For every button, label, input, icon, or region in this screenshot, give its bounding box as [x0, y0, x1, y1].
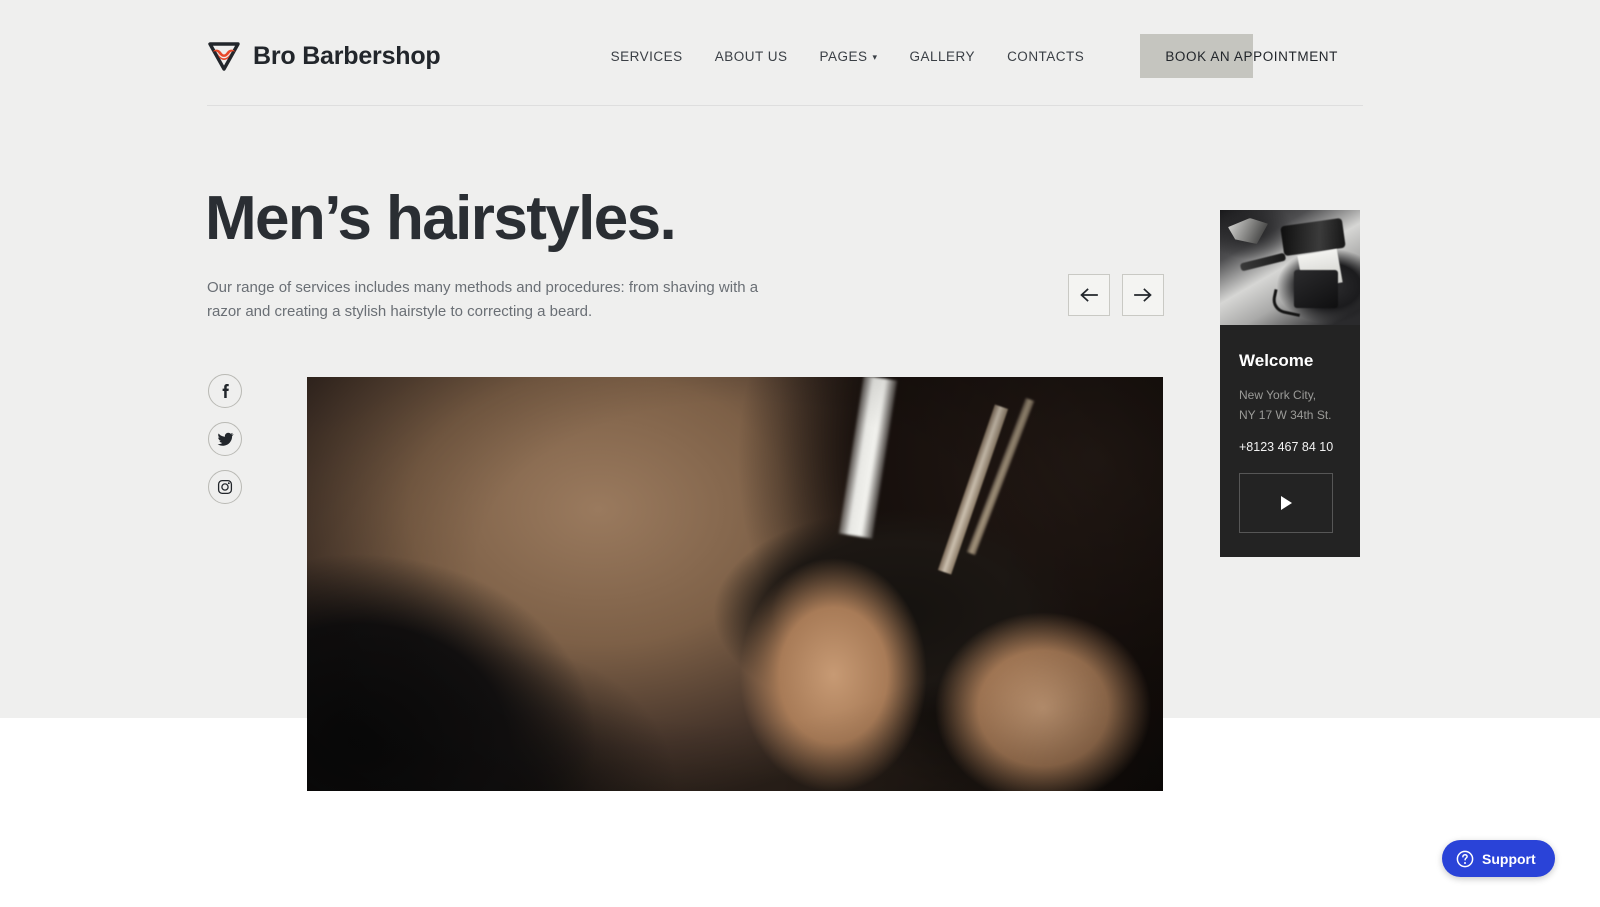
address-line-2: NY 17 W 34th St.	[1239, 408, 1332, 422]
social-link-facebook[interactable]	[208, 374, 242, 408]
question-circle-icon	[1456, 850, 1474, 868]
video-play-button[interactable]	[1239, 473, 1333, 533]
slider-next-button[interactable]	[1122, 274, 1164, 316]
welcome-card-phone[interactable]: +8123 467 84 10	[1239, 440, 1341, 454]
welcome-card: Welcome New York City, NY 17 W 34th St. …	[1220, 210, 1360, 557]
chevron-down-icon: ▾	[872, 51, 878, 62]
arrow-right-icon	[1133, 287, 1153, 303]
comb-shape	[1239, 252, 1287, 272]
play-icon	[1280, 496, 1292, 510]
hero-photo-vignette	[307, 377, 1163, 791]
facebook-icon	[217, 383, 233, 399]
page-root: Bro Barbershop SERVICES ABOUT US PAGES ▾…	[0, 0, 1600, 907]
social-link-twitter[interactable]	[208, 422, 242, 456]
slider-controls	[1068, 274, 1164, 316]
hero-subtitle: Our range of services includes many meth…	[207, 279, 759, 320]
nav-item-about-us[interactable]: ABOUT US	[699, 49, 804, 64]
twitter-icon	[217, 432, 234, 447]
arrow-left-icon	[1079, 287, 1099, 303]
hero-photo	[307, 377, 1163, 791]
support-widget-button[interactable]: Support	[1442, 840, 1555, 877]
brand-name: Bro Barbershop	[253, 41, 441, 70]
nav-label: SERVICES	[610, 48, 683, 64]
social-links	[208, 374, 242, 504]
cord-shape	[1270, 289, 1304, 317]
nav-item-contacts[interactable]: CONTACTS	[991, 49, 1100, 64]
main-navigation: SERVICES ABOUT US PAGES ▾ GALLERY CONTAC…	[611, 28, 1363, 84]
support-label: Support	[1482, 850, 1536, 867]
welcome-card-photo	[1220, 210, 1360, 325]
slider-prev-button[interactable]	[1068, 274, 1110, 316]
nav-item-pages[interactable]: PAGES ▾	[803, 49, 893, 64]
nav-item-gallery[interactable]: GALLERY	[894, 49, 992, 64]
social-link-instagram[interactable]	[208, 470, 242, 504]
razor-mustache-icon	[207, 40, 241, 72]
instagram-icon	[217, 479, 233, 495]
nav-label: ABOUT US	[714, 48, 788, 64]
welcome-card-title: Welcome	[1239, 351, 1314, 370]
address-line-1: New York City,	[1239, 388, 1317, 402]
page-title: Men’s hairstyles.	[205, 184, 677, 253]
scissors-shape	[1228, 218, 1268, 244]
welcome-card-address: New York City, NY 17 W 34th St.	[1239, 385, 1341, 425]
nav-label: PAGES	[819, 48, 868, 64]
nav-item-services[interactable]: SERVICES	[611, 49, 699, 64]
welcome-card-body: Welcome New York City, NY 17 W 34th St. …	[1220, 325, 1360, 557]
site-header: Bro Barbershop SERVICES ABOUT US PAGES ▾…	[207, 28, 1363, 84]
header-divider	[207, 105, 1363, 106]
brand-logo[interactable]: Bro Barbershop	[207, 40, 441, 72]
nav-label: CONTACTS	[1007, 48, 1085, 64]
nav-label: GALLERY	[909, 48, 976, 64]
book-appointment-label: BOOK AN APPOINTMENT	[1165, 48, 1338, 64]
book-appointment-button[interactable]: BOOK AN APPOINTMENT	[1140, 34, 1363, 78]
